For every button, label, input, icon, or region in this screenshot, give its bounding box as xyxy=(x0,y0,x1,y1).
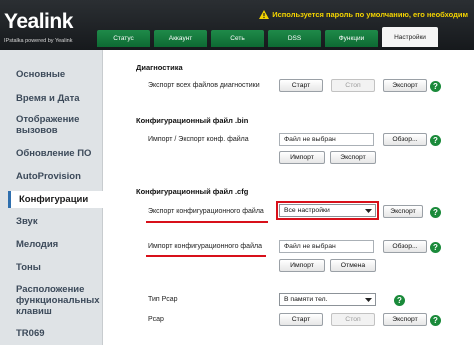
sidebar-item-ring[interactable]: Мелодия xyxy=(16,239,58,250)
pcap-help-icon[interactable]: ? xyxy=(430,315,441,326)
sidebar-item-tr069[interactable]: TR069 xyxy=(16,328,45,339)
pcap-export-button[interactable]: Экспорт xyxy=(383,313,427,326)
warning-text: Используется пароль по умолчанию, его не… xyxy=(272,10,468,19)
sidebar-item-key-layout[interactable]: Расположение xyxy=(16,284,84,295)
pcap-stop-button[interactable]: Стоп xyxy=(331,313,375,326)
diagnostics-title: Диагностика xyxy=(136,63,183,72)
bin-import-export-label: Импорт / Экспорт конф. файла xyxy=(148,136,249,143)
powered-by-text: IPstalka powered by Yealink xyxy=(4,38,73,44)
bin-file-field[interactable]: Файл не выбран xyxy=(279,133,374,146)
cfg-export-select-value: Все настройки xyxy=(284,207,330,214)
cfg-export-label: Экспорт конфигурационного файла xyxy=(148,208,264,215)
sidebar: Основные Время и Дата Отображение вызово… xyxy=(0,50,103,345)
tab-features[interactable]: Функции xyxy=(325,30,378,47)
diagnostics-help-icon[interactable]: ? xyxy=(430,81,441,92)
cfg-import-label-highlight xyxy=(146,255,266,257)
cfg-export-button[interactable]: Экспорт xyxy=(383,205,423,218)
main-tabs: Статус Аккаунт Сеть DSS Функции Настройк… xyxy=(97,27,438,47)
diagnostics-export-button[interactable]: Экспорт xyxy=(383,79,427,92)
cfg-browse-button[interactable]: Обзор... xyxy=(383,240,427,253)
tab-network[interactable]: Сеть xyxy=(211,30,264,47)
cfg-export-select[interactable]: Все настройки xyxy=(279,204,376,217)
warning-icon xyxy=(259,10,270,19)
sidebar-item-key-layout-line2[interactable]: функциональных xyxy=(16,295,99,306)
tab-dss[interactable]: DSS xyxy=(268,30,321,47)
bin-browse-button[interactable]: Обзор... xyxy=(383,133,427,146)
sidebar-item-time-date[interactable]: Время и Дата xyxy=(16,93,80,104)
chevron-down-icon xyxy=(365,298,372,302)
bin-section-title: Конфигурационный файл .bin xyxy=(136,116,249,125)
sidebar-item-call-display[interactable]: Отображение xyxy=(16,114,79,125)
pcap-type-select[interactable]: В памяти тел. xyxy=(279,293,376,306)
pcap-type-help-icon[interactable]: ? xyxy=(394,295,405,306)
diagnostics-stop-button[interactable]: Стоп xyxy=(331,79,375,92)
cfg-cancel-button[interactable]: Отмена xyxy=(330,259,376,272)
sidebar-item-autoprovision[interactable]: AutoProvision xyxy=(16,171,81,182)
cfg-import-label: Импорт конфигурационного файла xyxy=(148,243,262,250)
main-content: Диагностика Экспорт всех файлов диагност… xyxy=(103,50,474,345)
bin-import-button[interactable]: Импорт xyxy=(279,151,325,164)
cfg-file-field[interactable]: Файл не выбран xyxy=(279,240,374,253)
tab-status[interactable]: Статус xyxy=(97,30,150,47)
sidebar-item-call-display-line2[interactable]: вызовов xyxy=(16,125,58,136)
diagnostics-start-button[interactable]: Старт xyxy=(279,79,323,92)
cfg-import-button[interactable]: Импорт xyxy=(279,259,325,272)
cfg-import-help-icon[interactable]: ? xyxy=(430,242,441,253)
pcap-start-button[interactable]: Старт xyxy=(279,313,323,326)
sidebar-item-key-layout-line3[interactable]: клавиш xyxy=(16,306,52,317)
pcap-label: Pcap xyxy=(148,316,164,323)
tab-account[interactable]: Аккаунт xyxy=(154,30,207,47)
diagnostics-export-label: Экспорт всех файлов диагностики xyxy=(148,82,260,89)
sidebar-item-upgrade[interactable]: Обновление ПО xyxy=(16,148,91,159)
pcap-type-select-value: В памяти тел. xyxy=(284,296,328,303)
sidebar-item-basic[interactable]: Основные xyxy=(16,69,65,80)
sidebar-item-voice[interactable]: Звук xyxy=(16,216,38,227)
yealink-logo: Yealink xyxy=(4,10,73,33)
default-password-warning: Используется пароль по умолчанию, его не… xyxy=(259,10,468,19)
cfg-section-title: Конфигурационный файл .cfg xyxy=(136,187,249,196)
bin-help-icon[interactable]: ? xyxy=(430,135,441,146)
chevron-down-icon xyxy=(365,209,372,213)
cfg-export-help-icon[interactable]: ? xyxy=(430,207,441,218)
pcap-type-label: Тип Pcap xyxy=(148,296,178,303)
top-header: Yealink IPstalka powered by Yealink Испо… xyxy=(0,0,474,50)
cfg-export-label-highlight xyxy=(146,221,268,223)
sidebar-item-tones[interactable]: Тоны xyxy=(16,262,41,273)
bin-export-button[interactable]: Экспорт xyxy=(330,151,376,164)
sidebar-item-configuration[interactable]: Конфигурации xyxy=(8,191,103,208)
tab-settings[interactable]: Настройки xyxy=(382,27,438,47)
